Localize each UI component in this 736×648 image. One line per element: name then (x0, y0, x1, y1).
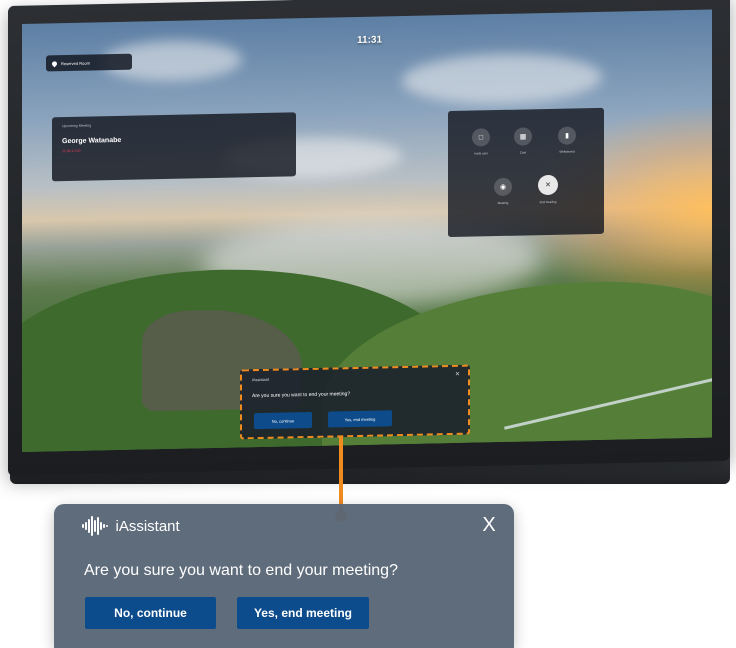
mini-dialog-question: Are you sure you want to end your meetin… (252, 391, 351, 400)
room-pill[interactable]: Reserved Room (46, 53, 132, 72)
quick-action-label: Whiteboard (559, 149, 575, 154)
close-button[interactable]: X (478, 514, 500, 536)
room-label: Reserved Room (61, 60, 90, 66)
invite-icon[interactable]: □ (472, 128, 490, 147)
quick-action-label: End meeting (539, 199, 557, 205)
cast-icon[interactable]: ▦ (514, 127, 532, 146)
meeting-icon[interactable]: ◉ (494, 177, 512, 197)
mini-dialog-title: iAssistant (252, 376, 270, 383)
dialog-title: iAssistant (115, 517, 180, 535)
end-meeting-icon[interactable]: ✕ (538, 174, 558, 196)
end-meeting-dialog: iAssistant X Are you sure you want to en… (54, 504, 514, 648)
whiteboard-icon[interactable]: ▮ (558, 126, 576, 145)
mini-end-meeting-button[interactable]: Yes, end meeting (328, 410, 392, 428)
quick-action-label: Meeting (497, 200, 509, 206)
end-meeting-button[interactable]: Yes, end meeting (237, 597, 369, 629)
dialog-question: Are you sure you want to end your meetin… (84, 562, 398, 579)
dialog-header: iAssistant (82, 516, 180, 536)
display-screen: 11:31 Reserved Room Upcoming Meeting Geo… (22, 9, 712, 452)
callout-connector (339, 436, 343, 514)
location-pin-icon (50, 59, 59, 67)
continue-button[interactable]: No, continue (85, 597, 216, 629)
cloud (402, 51, 602, 107)
meeting-name: George Watanabe (62, 136, 122, 146)
meeting-card: Upcoming Meeting George Watanabe 11:00-1… (52, 112, 296, 182)
quick-action-label: Cast (519, 150, 527, 155)
meeting-label: Upcoming Meeting (62, 123, 92, 129)
mini-close-icon[interactable]: ✕ (455, 371, 460, 378)
quick-actions-panel: □ Invite user ▦ Cast ▮ Whiteboard ◉ Meet… (448, 107, 604, 238)
quick-action-label: Invite user (474, 151, 488, 156)
assistant-waveform-icon (82, 516, 108, 536)
meeting-time: 11:00-12:00 (62, 148, 81, 154)
mini-end-meeting-dialog: iAssistant ✕ Are you sure you want to en… (240, 364, 470, 440)
mini-continue-button[interactable]: No, continue (254, 411, 312, 430)
clock: 11:31 (357, 34, 383, 46)
